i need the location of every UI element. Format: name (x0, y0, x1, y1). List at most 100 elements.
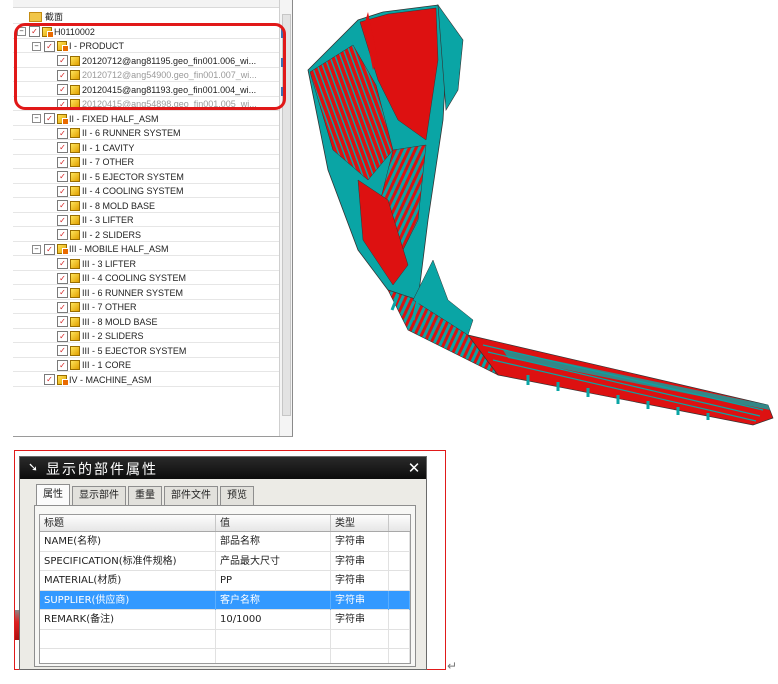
visibility-checkbox[interactable]: ✓ (44, 40, 55, 52)
table-cell (389, 571, 410, 590)
column-header-type[interactable]: 类型 (331, 515, 389, 531)
tab-0[interactable]: 属性 (36, 484, 70, 505)
table-cell: NAME(名称) (40, 532, 216, 551)
collapse-icon[interactable]: − (32, 244, 41, 254)
visibility-checkbox[interactable]: ✓ (57, 171, 68, 182)
visibility-checkbox[interactable]: ✓ (57, 359, 68, 371)
collapse-icon[interactable]: − (32, 114, 41, 123)
tree-row[interactable]: ✓ II - 2 SLIDERS (13, 227, 279, 242)
tab-2[interactable]: 重量 (128, 486, 162, 505)
visibility-checkbox[interactable]: ✓ (57, 214, 68, 226)
tree-node-label: I - PRODUCT (69, 41, 124, 51)
column-header-value[interactable]: 值 (216, 515, 331, 531)
visibility-checkbox[interactable]: ✓ (29, 26, 40, 37)
tree-row[interactable]: ✓ II - 6 RUNNER SYSTEM (13, 126, 279, 140)
part-3d-model-view[interactable] (298, 0, 778, 440)
tree-row[interactable]: ✓ 20120415@ang81193.geo_fin001.004_wi... (13, 82, 279, 97)
attributes-table: 标题 值 类型 NAME(名称) 部品名称 字符串 SPECIFICATION(标准件… (39, 514, 411, 664)
tree-row[interactable]: ✓ II - 3 LIFTER (13, 213, 279, 227)
tree-row[interactable]: ✓ 20120712@ang81195.geo_fin001.006_wi... (13, 53, 279, 68)
visibility-checkbox[interactable]: ✓ (57, 258, 68, 269)
visibility-checkbox[interactable]: ✓ (57, 69, 68, 81)
close-icon[interactable]: ✕ (406, 460, 422, 476)
collapse-icon[interactable]: − (32, 41, 41, 51)
paragraph-return-mark: ↵ (447, 659, 458, 673)
tree-row[interactable]: − ✓ II - FIXED HALF_ASM (13, 111, 279, 126)
visibility-checkbox[interactable]: ✓ (57, 55, 68, 66)
tree-row[interactable]: ✓ III - 6 RUNNER SYSTEM (13, 285, 279, 300)
visibility-checkbox[interactable]: ✓ (44, 113, 55, 124)
component-icon (70, 331, 80, 341)
column-header-title[interactable]: 标题 (40, 515, 216, 531)
table-cell (331, 629, 389, 649)
table-cell (389, 629, 410, 649)
component-icon (70, 287, 80, 298)
visibility-checkbox[interactable]: ✓ (57, 185, 68, 197)
column-header-spacer (389, 515, 410, 531)
visibility-checkbox[interactable]: ✓ (57, 272, 68, 284)
tree-row[interactable]: ✓ II - 7 OTHER (13, 155, 279, 169)
tree-row-root[interactable]: − ✓ H0110002 (13, 24, 279, 39)
tree-row[interactable]: ✓ III - 5 EJECTOR SYSTEM (13, 343, 279, 358)
tree-node-label: II - 7 OTHER (82, 157, 135, 167)
tree-row[interactable]: ✓ II - 5 EJECTOR SYSTEM (13, 169, 279, 184)
visibility-checkbox[interactable]: ✓ (57, 345, 68, 356)
tree-node-label: II - 2 SLIDERS (82, 229, 142, 240)
visibility-checkbox[interactable]: ✓ (57, 287, 68, 298)
visibility-checkbox[interactable]: ✓ (44, 243, 55, 255)
tab-3[interactable]: 部件文件 (164, 486, 218, 505)
tree-node-label: IV - MACHINE_ASM (69, 374, 152, 385)
visibility-checkbox[interactable]: ✓ (57, 142, 68, 153)
tree-row[interactable]: ✓ III - 3 LIFTER (13, 256, 279, 271)
dialog-title: 显示的部件属性 (46, 462, 158, 478)
visibility-checkbox[interactable]: ✓ (57, 330, 68, 342)
tree-row[interactable]: ✓ III - 1 CORE (13, 358, 279, 372)
tree-row[interactable]: ✓ IV - MACHINE_ASM (13, 372, 279, 387)
table-cell: 产品最大尺寸 (216, 551, 331, 571)
visibility-checkbox[interactable]: ✓ (57, 316, 68, 327)
select-arrow-icon: ➘ (27, 460, 39, 474)
assembly-navigator[interactable]: 截面 − ✓ H0110002 − ✓ I - PRODUCT ✓ 20120712@a… (13, 0, 293, 437)
tree-row[interactable]: ✓ III - 2 SLIDERS (13, 329, 279, 343)
collapse-icon[interactable]: − (17, 27, 26, 36)
table-cell (389, 590, 410, 610)
visibility-checkbox[interactable]: ✓ (57, 98, 68, 110)
visibility-checkbox[interactable]: ✓ (57, 127, 68, 139)
component-icon (70, 258, 80, 269)
tab-1[interactable]: 显示部件 (72, 486, 126, 505)
navigator-header-strip (13, 0, 279, 8)
tree-row[interactable]: ✓ III - 4 COOLING SYSTEM (13, 271, 279, 285)
table-cell: 部品名称 (216, 532, 331, 551)
scrollbar-thumb[interactable] (282, 14, 291, 416)
visibility-checkbox[interactable]: ✓ (57, 229, 68, 240)
tree-row[interactable]: ✓ 20120712@ang54900.geo_fin001.007_wi... (13, 68, 279, 82)
visibility-checkbox[interactable]: ✓ (57, 84, 68, 95)
tree-node-label: II - 1 CAVITY (82, 142, 135, 153)
table-row[interactable]: SUPPLIER(供应商) 客户名称 字符串 (40, 590, 410, 610)
table-row[interactable]: REMARK(备注) 10/1000 字符串 (40, 610, 410, 630)
table-cell (389, 610, 410, 629)
tree-row[interactable]: ✓ III - 7 OTHER (13, 300, 279, 314)
tree-row[interactable]: − ✓ III - MOBILE HALF_ASM (13, 242, 279, 256)
attributes-panel: 标题 值 类型 NAME(名称) 部品名称 字符串 SPECIFICATION(标准件… (34, 505, 416, 667)
table-cell: 字符串 (331, 551, 389, 571)
tree-row[interactable]: ✓ II - 4 COOLING SYSTEM (13, 184, 279, 198)
tree-row[interactable]: − ✓ I - PRODUCT (13, 39, 279, 53)
dialog-titlebar[interactable]: ➘ 显示的部件属性 ✕ (20, 457, 426, 479)
tree-row[interactable]: ✓ II - 1 CAVITY (13, 140, 279, 155)
table-row[interactable]: NAME(名称) 部品名称 字符串 (40, 532, 410, 552)
tree-row[interactable]: ✓ III - 8 MOLD BASE (13, 314, 279, 329)
visibility-checkbox[interactable]: ✓ (57, 156, 68, 168)
tree-row-section[interactable]: 截面 (13, 9, 279, 24)
tab-4[interactable]: 预览 (220, 486, 254, 505)
visibility-checkbox[interactable]: ✓ (57, 200, 68, 211)
tree-row[interactable]: ✓ II - 8 MOLD BASE (13, 198, 279, 213)
table-row[interactable]: MATERIAL(材质) PP 字符串 (40, 571, 410, 591)
table-row[interactable]: SPECIFICATION(标准件规格) 产品最大尺寸 字符串 (40, 551, 410, 571)
tree-node-label: 20120712@ang81195.geo_fin001.006_wi... (82, 55, 257, 66)
visibility-checkbox[interactable]: ✓ (57, 301, 68, 313)
table-cell: 客户名称 (216, 590, 331, 610)
tree-row[interactable]: ✓ 20120415@ang54898.geo_fin001.005_wi... (13, 97, 279, 111)
visibility-checkbox[interactable]: ✓ (44, 374, 55, 385)
tree-node-label: II - 5 EJECTOR SYSTEM (82, 171, 184, 182)
